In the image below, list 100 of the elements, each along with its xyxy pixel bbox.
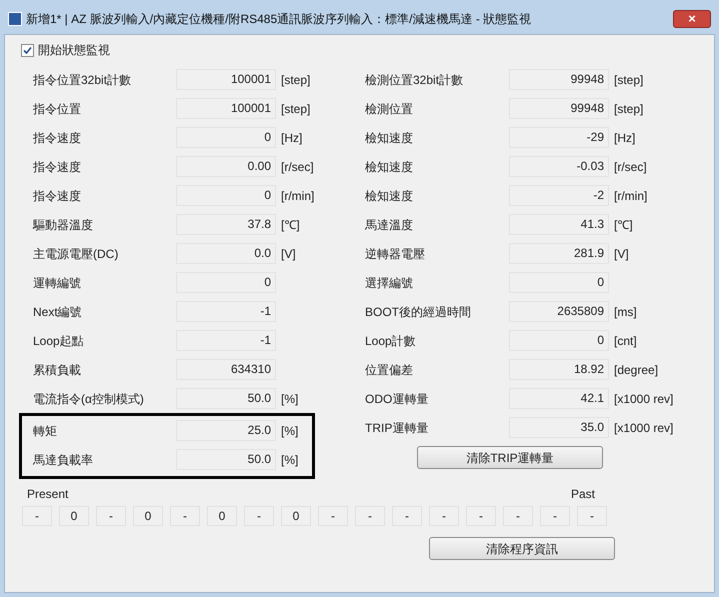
value-field: 634310: [176, 359, 276, 380]
value-field: -0.03: [509, 156, 609, 177]
field-label: 檢測位置: [365, 100, 414, 118]
history-cell: -: [355, 506, 385, 526]
unit-label: [℃]: [614, 216, 633, 234]
field-label: TRIP運轉量: [365, 420, 430, 436]
field-label: 檢知速度: [365, 130, 414, 146]
value-field: -1: [176, 301, 276, 322]
value-field: 0: [176, 127, 276, 148]
value-field: 281.9: [509, 243, 609, 264]
value-field: 99948: [509, 69, 609, 90]
history-cell: -: [244, 506, 274, 526]
history-cell: 0: [207, 506, 237, 526]
field-label: Loop起點: [33, 332, 85, 350]
unit-label: [%]: [281, 422, 298, 440]
value-field: 37.8: [176, 214, 276, 235]
field-label: ODO運轉量: [365, 390, 430, 408]
history-cell: -: [22, 506, 52, 526]
value-field: 2635809: [509, 301, 609, 322]
field-label: BOOT後的經過時間: [365, 304, 472, 320]
unit-label: [Hz]: [614, 130, 636, 146]
field-label: 電流指令(α控制模式): [33, 390, 145, 408]
field-label: 檢知速度: [365, 188, 414, 204]
history-cell: 0: [281, 506, 311, 526]
value-field: -1: [176, 330, 276, 351]
value-field: 18.92: [509, 359, 609, 380]
field-label: 馬達溫度: [365, 216, 414, 234]
value-field: 41.3: [509, 214, 609, 235]
field-label: 驅動器溫度: [33, 216, 94, 234]
unit-label: [%]: [281, 452, 298, 468]
field-label: 指令位置32bit計數: [33, 72, 132, 88]
history-cell: -: [429, 506, 459, 526]
unit-label: [ms]: [614, 304, 637, 320]
field-label: 指令速度: [33, 130, 82, 146]
unit-label: [degree]: [614, 362, 658, 378]
value-field: 0: [176, 272, 276, 293]
clear-history-button[interactable]: 清除程序資訊: [429, 537, 615, 560]
history-cell: 0: [133, 506, 163, 526]
field-label: 選擇編號: [365, 274, 414, 292]
value-field: 100001: [176, 98, 276, 119]
unit-label: [r/min]: [281, 188, 314, 204]
value-field: 50.0: [176, 449, 276, 470]
field-label: 逆轉器電壓: [365, 246, 426, 262]
monitor-checkbox[interactable]: 開始狀態監視: [21, 41, 698, 59]
clear-trip-button[interactable]: 清除TRIP運轉量: [417, 446, 603, 469]
history-cell: -: [466, 506, 496, 526]
unit-label: [r/sec]: [614, 158, 647, 176]
history-cell: -: [392, 506, 422, 526]
unit-label: [r/min]: [614, 188, 648, 204]
field-label: 運轉編號: [33, 274, 82, 292]
checkbox[interactable]: [21, 44, 34, 56]
value-field: 99948: [509, 98, 609, 119]
value-field: 100001: [176, 69, 276, 90]
unit-label: [%]: [281, 390, 298, 408]
unit-label: [step]: [281, 72, 310, 88]
value-field: 0: [509, 272, 609, 293]
field-label: 轉矩: [33, 422, 58, 440]
field-label: 指令位置: [33, 100, 82, 118]
app-icon: [8, 12, 22, 26]
value-field: 50.0: [176, 388, 276, 409]
value-field: 0.0: [176, 243, 276, 264]
window-title: 新增1* | AZ 脈波列輸入/內藏定位機種/附RS485通訊脈波序列輸入：標準/減速機馬達 - 狀態監視: [26, 11, 532, 28]
unit-label: [step]: [614, 100, 644, 118]
check-icon: [23, 46, 32, 54]
field-label: 累積負載: [33, 362, 82, 378]
field-label: 檢知速度: [365, 158, 414, 176]
unit-label: [step]: [281, 100, 310, 118]
unit-label: [V]: [614, 246, 629, 262]
history-cell: -: [577, 506, 607, 526]
history-cell: -: [96, 506, 126, 526]
field-label: 指令速度: [33, 188, 82, 204]
field-label: Next編號: [33, 304, 83, 320]
history-cell: -: [318, 506, 348, 526]
unit-label: [r/sec]: [281, 158, 314, 176]
field-label: 檢測位置32bit計數: [365, 72, 464, 88]
unit-label: [V]: [281, 246, 296, 262]
field-label: 指令速度: [33, 158, 82, 176]
present-label: Present: [27, 486, 68, 503]
history-cell: -: [540, 506, 570, 526]
field-label: Loop計數: [365, 332, 417, 350]
value-field: 0.00: [176, 156, 276, 177]
value-field: 42.1: [509, 388, 609, 409]
value-field: 25.0: [176, 420, 276, 441]
history-cell: -: [170, 506, 200, 526]
field-label: 位置偏差: [365, 362, 414, 378]
value-field: 35.0: [509, 417, 609, 438]
past-label: Past: [570, 486, 595, 503]
value-field: 0: [509, 330, 609, 351]
history-cell: -: [503, 506, 533, 526]
value-field: 0: [176, 185, 276, 206]
close-button[interactable]: ×: [673, 10, 711, 28]
unit-label: [step]: [614, 72, 644, 88]
unit-label: [Hz]: [281, 130, 302, 146]
unit-label: [℃]: [281, 216, 300, 234]
value-field: -29: [509, 127, 609, 148]
history-cell: 0: [59, 506, 89, 526]
unit-label: [x1000 rev]: [614, 390, 674, 408]
unit-label: [cnt]: [614, 332, 637, 350]
field-label: 主電源電壓(DC): [33, 246, 120, 262]
unit-label: [x1000 rev]: [614, 420, 674, 436]
